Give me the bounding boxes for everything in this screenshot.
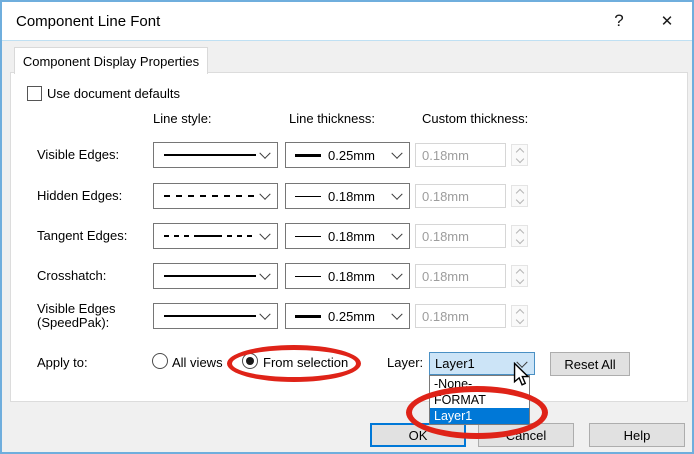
custom-thickness-stepper [511,144,528,166]
custom-thickness-input: 0.18mm [415,143,506,167]
from-selection-label: From selection [263,355,348,370]
spinner-down-icon [512,155,527,165]
line-style-select[interactable] [153,183,278,209]
layer-selected-value: Layer1 [435,356,475,371]
help-label: Help [624,428,651,443]
layer-select[interactable]: Layer1 [429,352,535,375]
table-row: Visible Edges (SpeedPak): 0.25mm 0.18mm [11,303,687,329]
custom-thickness-input: 0.18mm [415,224,506,248]
spinner-down-icon [512,276,527,286]
custom-thickness-stepper [511,185,528,207]
apply-to-label: Apply to: [37,355,88,370]
apply-to-row: Apply to: All views From selection Layer… [11,349,687,379]
line-thickness-sample [295,236,321,237]
line-style-sample [164,235,256,237]
use-document-defaults-checkbox[interactable] [27,86,42,101]
layer-option[interactable]: FORMAT [430,392,529,408]
line-style-select[interactable] [153,263,278,289]
row-label: Tangent Edges: [37,223,149,249]
row-label: Visible Edges (SpeedPak): [37,303,149,329]
reset-all-label: Reset All [564,357,615,372]
row-label: Crosshatch: [37,263,149,289]
window-title: Component Line Font [2,13,160,30]
line-thickness-value: 0.18mm [328,229,375,244]
chevron-down-icon [259,229,270,240]
use-document-defaults-label: Use document defaults [47,86,180,101]
table-row: Tangent Edges: 0.18mm 0.18mm [11,223,687,249]
tab-label: Component Display Properties [23,54,199,69]
line-thickness-sample [295,196,321,197]
from-selection-radio[interactable] [242,353,258,369]
chevron-down-icon [391,229,402,240]
chevron-down-icon [516,356,527,367]
spinner-down-icon [512,196,527,206]
tab-panel: Use document defaults Line style: Line t… [10,72,688,402]
help-icon[interactable]: ? [598,2,640,40]
chevron-down-icon [259,189,270,200]
ok-label: OK [409,428,428,443]
table-row: Visible Edges: 0.25mm 0.18mm [11,142,687,168]
line-style-select[interactable] [153,223,278,249]
use-document-defaults-row: Use document defaults [27,86,180,101]
custom-thickness-input: 0.18mm [415,304,506,328]
chevron-down-icon [259,269,270,280]
table-row: Crosshatch: 0.18mm 0.18mm [11,263,687,289]
ok-button[interactable]: OK [370,423,466,447]
line-style-header: Line style: [153,111,212,126]
close-icon[interactable]: ✕ [646,2,688,40]
line-thickness-sample [295,315,321,318]
all-views-label: All views [172,355,223,370]
cancel-button[interactable]: Cancel [478,423,574,447]
table-row: Hidden Edges: 0.18mm 0.18mm [11,183,687,209]
layer-option[interactable]: -None- [430,376,529,392]
help-button[interactable]: Help [589,423,685,447]
custom-thickness-input: 0.18mm [415,184,506,208]
layer-option[interactable]: Layer1 [430,408,529,424]
line-thickness-header: Line thickness: [289,111,375,126]
chevron-down-icon [391,309,402,320]
reset-all-button[interactable]: Reset All [550,352,630,376]
cancel-label: Cancel [506,428,546,443]
chevron-down-icon [259,309,270,320]
custom-thickness-stepper [511,265,528,287]
line-thickness-select[interactable]: 0.25mm [285,303,410,329]
all-views-radio[interactable] [152,353,168,369]
row-label: Visible Edges: [37,142,149,168]
line-style-sample [164,154,256,156]
line-thickness-value: 0.18mm [328,189,375,204]
line-style-select[interactable] [153,303,278,329]
chevron-down-icon [259,148,270,159]
component-line-font-dialog: Component Line Font ? ✕ Component Displa… [0,0,694,454]
custom-thickness-input: 0.18mm [415,264,506,288]
layer-label: Layer: [387,355,423,370]
custom-thickness-stepper [511,305,528,327]
line-thickness-value: 0.25mm [328,148,375,163]
line-thickness-select[interactable]: 0.18mm [285,223,410,249]
chevron-down-icon [391,148,402,159]
line-thickness-select[interactable]: 0.25mm [285,142,410,168]
line-thickness-select[interactable]: 0.18mm [285,263,410,289]
line-style-sample [164,275,256,277]
line-thickness-value: 0.25mm [328,309,375,324]
line-thickness-value: 0.18mm [328,269,375,284]
layer-dropdown-list: -None-FORMATLayer1 [429,375,530,425]
spinner-down-icon [512,236,527,246]
spinner-down-icon [512,316,527,326]
title-bar: Component Line Font ? ✕ [2,2,692,41]
line-style-sample [164,315,256,317]
custom-thickness-stepper [511,225,528,247]
line-thickness-sample [295,154,321,157]
chevron-down-icon [391,269,402,280]
chevron-down-icon [391,189,402,200]
tab-component-display-properties[interactable]: Component Display Properties [14,47,208,74]
line-style-sample [164,195,256,197]
custom-thickness-header: Custom thickness: [422,111,528,126]
line-style-select[interactable] [153,142,278,168]
line-thickness-select[interactable]: 0.18mm [285,183,410,209]
row-label: Hidden Edges: [37,183,149,209]
line-thickness-sample [295,276,321,277]
